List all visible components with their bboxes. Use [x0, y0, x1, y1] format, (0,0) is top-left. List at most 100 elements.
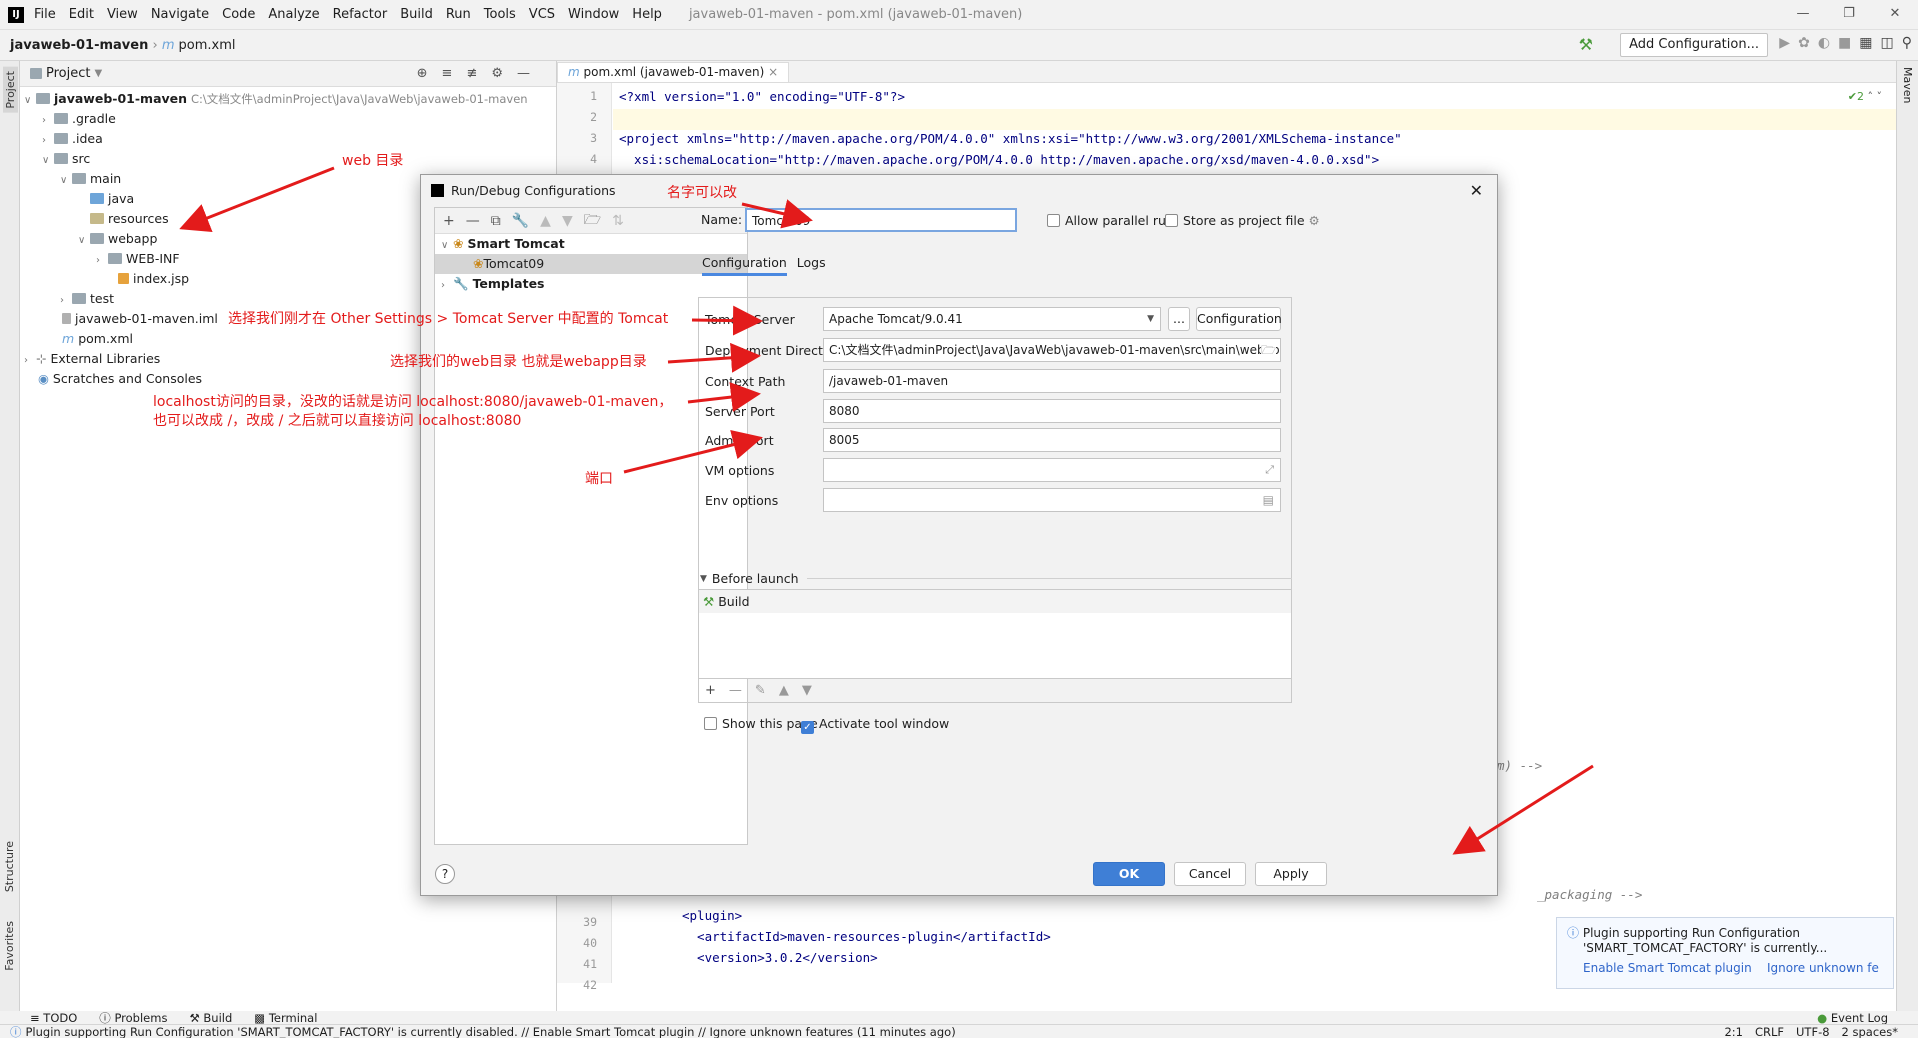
move-up-icon[interactable]: ▲ — [779, 683, 789, 698]
menu-analyze[interactable]: Analyze — [268, 7, 319, 22]
menu-run[interactable]: Run — [446, 7, 471, 22]
tomcat-server-select[interactable]: Apache Tomcat/9.0.41 ▼ — [823, 307, 1161, 331]
enable-plugin-link[interactable]: Enable Smart Tomcat plugin — [1583, 961, 1752, 975]
chevron-down-icon[interactable]: ▼ — [94, 68, 102, 79]
stop-icon[interactable]: ■ — [1838, 35, 1851, 51]
maven-tool-tab[interactable]: Maven — [1901, 67, 1914, 103]
close-icon[interactable]: ✕ — [1470, 181, 1483, 200]
close-window-icon[interactable]: ✕ — [1872, 0, 1918, 30]
apply-button[interactable]: Apply — [1255, 862, 1327, 886]
menu-window[interactable]: Window — [568, 7, 619, 22]
name-input[interactable]: Tomcat09 — [745, 208, 1017, 232]
folder-icon[interactable]: 🗁 — [584, 209, 601, 233]
project-structure-icon[interactable]: ▦ — [1859, 35, 1872, 51]
debug-icon[interactable]: ✿ — [1798, 35, 1810, 51]
layout-icon[interactable]: ◫ — [1881, 35, 1894, 51]
add-configuration-button[interactable]: Add Configuration... — [1620, 33, 1768, 57]
code-line[interactable]: <?xml version="1.0" encoding="UTF-8"?> — [619, 89, 905, 104]
gear-icon[interactable]: ⚙ — [1309, 213, 1320, 228]
terminal-tool[interactable]: ▩ Terminal — [254, 1011, 317, 1025]
menu-vcs[interactable]: VCS — [529, 7, 555, 22]
cancel-button[interactable]: Cancel — [1174, 862, 1246, 886]
project-tool-tab[interactable]: Project — [3, 67, 18, 113]
chevron-down-icon[interactable]: ∨ — [42, 151, 54, 171]
close-tab-icon[interactable]: × — [768, 65, 778, 79]
tree-item-tomcat09[interactable]: ❀Tomcat09 — [435, 254, 747, 274]
code-line[interactable]: <project xmlns="http://maven.apache.org/… — [619, 131, 1402, 146]
move-down-icon[interactable]: ▼ — [802, 683, 812, 698]
tree-item-idea[interactable]: › .idea — [20, 129, 556, 149]
status-message[interactable]: Plugin supporting Run Configuration 'SMA… — [26, 1025, 956, 1038]
gear-icon[interactable]: ⚙ — [491, 66, 517, 81]
indent-setting[interactable]: 2 spaces* — [1842, 1025, 1898, 1038]
tab-configuration[interactable]: Configuration — [702, 255, 787, 276]
run-icon[interactable]: ▶ — [1779, 35, 1790, 51]
before-launch-header[interactable]: ▼ Before launch — [700, 571, 1292, 586]
menu-edit[interactable]: Edit — [69, 7, 94, 22]
browse-server-button[interactable]: ... — [1168, 307, 1190, 331]
chevron-down-icon[interactable]: ∨ — [441, 236, 453, 256]
add-icon[interactable]: + — [443, 213, 455, 229]
breadcrumb-project[interactable]: javaweb-01-maven — [10, 38, 148, 53]
server-port-input[interactable]: 8080 — [823, 399, 1281, 423]
tab-logs[interactable]: Logs — [797, 255, 826, 276]
locate-icon[interactable]: ⊕ — [417, 66, 442, 81]
code-comment-fragment[interactable]: _packaging --> — [1537, 887, 1642, 902]
remove-icon[interactable]: — — [729, 683, 742, 698]
menu-tools[interactable]: Tools — [484, 7, 516, 22]
editor-tab-pomxml[interactable]: m pom.xml (javaweb-01-maven) × — [557, 62, 790, 82]
expand-all-icon[interactable]: ≡ — [442, 66, 467, 81]
tree-group-smart-tomcat[interactable]: ∨ ❀ Smart Tomcat — [435, 234, 747, 254]
structure-tool-tab[interactable]: Structure — [3, 841, 16, 892]
line-separator[interactable]: CRLF — [1755, 1025, 1784, 1038]
help-button[interactable]: ? — [435, 864, 455, 884]
code-line[interactable]: <plugin> — [682, 908, 742, 923]
minimize-icon[interactable]: — — [1780, 0, 1826, 30]
allow-parallel-checkbox[interactable]: Allow parallel run — [1047, 213, 1174, 228]
server-configuration-button[interactable]: Configuration — [1196, 307, 1282, 331]
menu-navigate[interactable]: Navigate — [151, 7, 209, 22]
ignore-unknown-link[interactable]: Ignore unknown fe — [1767, 961, 1879, 975]
move-up-icon[interactable]: ▲ — [540, 213, 551, 229]
code-line[interactable]: xsi:schemaLocation="http://maven.apache.… — [619, 152, 1379, 167]
chevron-right-icon[interactable]: › — [96, 251, 108, 271]
chevron-right-icon[interactable]: › — [42, 111, 54, 131]
menu-view[interactable]: View — [107, 7, 138, 22]
env-options-input[interactable]: ▤ — [823, 488, 1281, 512]
coverage-icon[interactable]: ◐ — [1818, 35, 1830, 51]
expand-icon[interactable]: ⤢ — [1265, 459, 1274, 481]
vm-options-input[interactable]: ⤢ — [823, 458, 1281, 482]
search-icon[interactable]: ⚲ — [1902, 35, 1912, 51]
add-icon[interactable]: + — [705, 683, 716, 698]
menu-code[interactable]: Code — [222, 7, 255, 22]
ok-button[interactable]: OK — [1093, 862, 1165, 886]
chevron-right-icon[interactable]: › — [60, 291, 72, 311]
restore-icon[interactable]: ❐ — [1826, 0, 1872, 30]
tree-item-src[interactable]: ∨ src — [20, 149, 556, 169]
document-icon[interactable]: ▤ — [1263, 489, 1274, 511]
chevron-down-icon[interactable]: ∨ — [24, 91, 36, 111]
project-view-selector[interactable]: Project — [46, 66, 90, 81]
tree-item-gradle[interactable]: › .gradle — [20, 109, 556, 129]
menu-build[interactable]: Build — [400, 7, 433, 22]
remove-icon[interactable]: — — [466, 213, 480, 229]
code-line[interactable]: <artifactId>maven-resources-plugin</arti… — [682, 929, 1051, 944]
edit-icon[interactable]: ✎ — [755, 683, 766, 698]
folder-icon[interactable]: 🗁 — [1261, 339, 1276, 361]
deployment-directory-input[interactable]: C:\文档文件\adminProject\Java\JavaWeb\javawe… — [823, 338, 1281, 362]
menu-help[interactable]: Help — [632, 7, 662, 22]
activate-tool-checkbox[interactable]: ✓ Activate tool window — [801, 716, 949, 734]
tree-group-templates[interactable]: › 🔧 Templates — [435, 274, 747, 294]
breadcrumb-file[interactable]: pom.xml — [179, 38, 236, 53]
copy-icon[interactable]: ⧉ — [491, 213, 501, 229]
caret-position[interactable]: 2:1 — [1724, 1025, 1743, 1038]
chevron-right-icon[interactable]: › — [24, 351, 36, 371]
build-hammer-icon[interactable]: ⚒ — [1579, 35, 1593, 54]
menu-refactor[interactable]: Refactor — [333, 7, 388, 22]
file-encoding[interactable]: UTF-8 — [1796, 1025, 1830, 1038]
wrench-icon[interactable]: 🔧 — [512, 213, 529, 229]
hide-panel-icon[interactable]: — — [517, 66, 544, 81]
chevron-down-icon[interactable]: ∨ — [60, 171, 72, 191]
store-project-checkbox[interactable]: Store as project file ⚙ — [1165, 213, 1320, 228]
context-path-input[interactable]: /javaweb-01-maven — [823, 369, 1281, 393]
